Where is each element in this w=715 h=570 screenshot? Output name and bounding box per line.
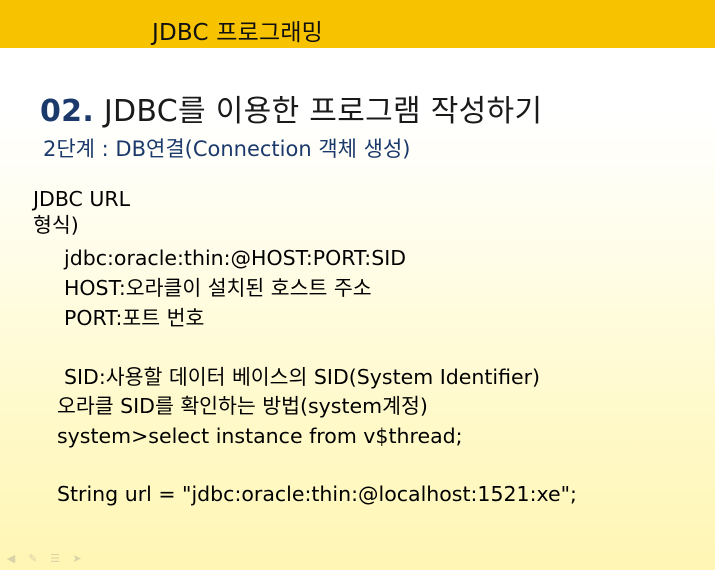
slide-header-title: JDBC 프로그래밍: [152, 20, 324, 46]
slide-subtitle: 2단계 : DB연결(Connection 객체 생성): [43, 137, 411, 161]
content-line-host: HOST:오라클이 설치된 호스트 주소: [64, 276, 372, 300]
arrow-left-icon[interactable]: ◀: [4, 553, 18, 565]
content-line-sid-check: 오라클 SID를 확인하는 방법(system계정): [57, 394, 428, 418]
slide-title: 02. JDBC를 이용한 프로그램 작성하기: [40, 86, 542, 130]
content-line-url-pattern: jdbc:oracle:thin:@HOST:PORT:SID: [64, 246, 407, 270]
header-band: [0, 0, 715, 48]
content-line-jdbc-url: JDBC URL: [33, 187, 131, 211]
menu-icon[interactable]: ☰: [48, 553, 62, 565]
content-line-port: PORT:포트 번호: [64, 306, 205, 330]
content-line-string-url: String url = "jdbc:oracle:thin:@localhos…: [57, 482, 577, 506]
content-line-format: 형식): [33, 213, 79, 237]
pen-icon[interactable]: ✎: [26, 553, 40, 565]
slide-nav-bar: ◀ ✎ ☰ ➤: [4, 552, 84, 566]
content-line-sid: SID:사용할 데이터 베이스의 SID(System Identifier): [64, 365, 541, 389]
slide-title-text: JDBC를 이용한 프로그램 작성하기: [94, 94, 543, 129]
content-line-sql: system>select instance from v$thread;: [57, 424, 463, 448]
slide-title-number: 02.: [40, 94, 95, 129]
arrow-right-icon[interactable]: ➤: [70, 553, 84, 565]
